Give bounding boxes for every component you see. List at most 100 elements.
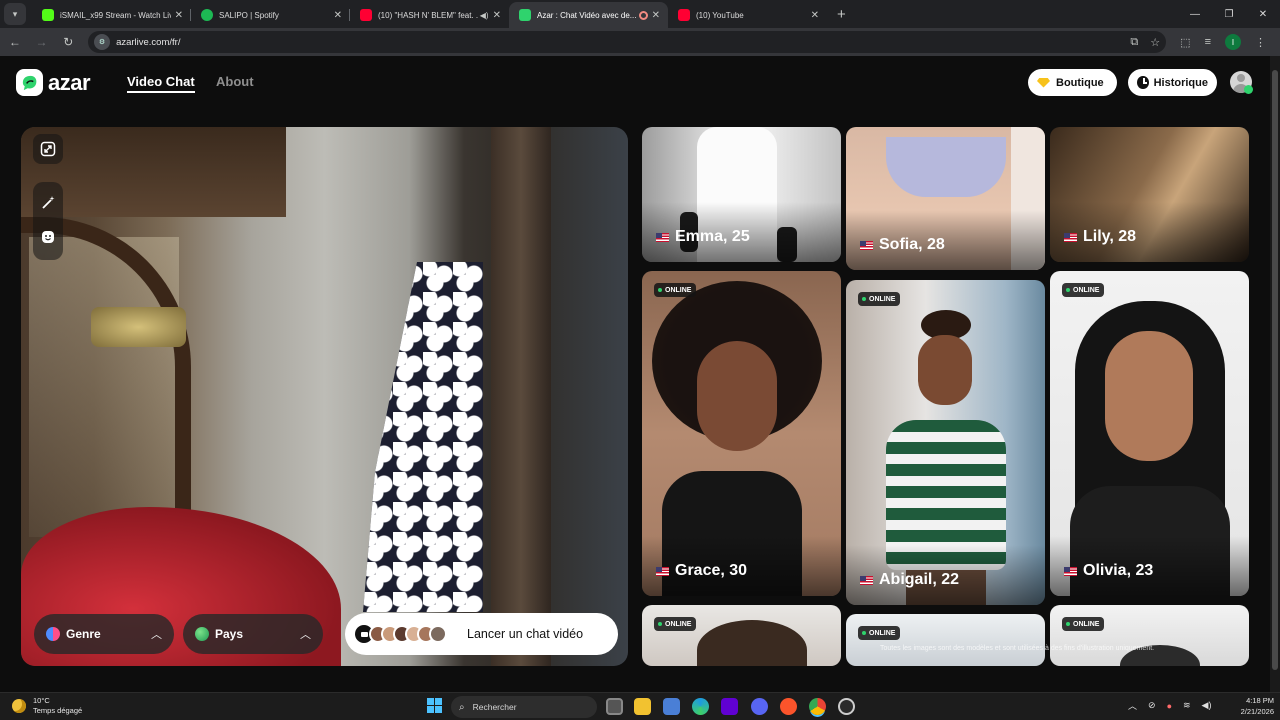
microsoft-store-icon[interactable] [663,698,680,715]
volume-icon[interactable]: ◀) [1202,700,1212,711]
browser-tab[interactable]: (10) "HASH N' BLEM" feat. ... ◀) ✕ [350,2,509,28]
youtube-favicon-icon [360,9,372,21]
browser-tab[interactable]: (10) YouTube ✕ [668,2,827,28]
forward-icon[interactable]: → [30,35,54,49]
us-flag-icon [656,566,669,576]
start-video-chat-label: Lancer un chat vidéo [467,627,584,641]
microphone-icon[interactable]: ● [1167,701,1172,711]
online-badge: ONLINE [858,626,901,640]
browser-tab[interactable]: SALIPO | Spotify ✕ [191,2,350,28]
face-mask-button[interactable] [33,222,63,252]
brave-icon[interactable] [780,698,797,715]
gem-icon [1037,77,1050,88]
new-tab-icon[interactable]: + [837,6,846,23]
browser-toolbar: ← → ↻ ⚙ azarlive.com/fr/ ⧉ ☆ ⬚ ≡ I ⋮ [0,28,1280,56]
close-tab-icon[interactable]: ✕ [811,10,819,21]
show-hidden-icons[interactable]: ︿ [1128,699,1137,712]
azar-logo[interactable]: azar [16,69,91,96]
profile-card[interactable]: Sofia, 28 [846,127,1045,270]
country-filter[interactable]: Pays ︿ [183,614,323,654]
profile-card[interactable]: ONLINE [1050,605,1249,666]
task-view-icon[interactable] [606,698,623,715]
browser-extensions: ⬚ ≡ I ⋮ [1180,34,1280,50]
weather-widget[interactable]: 10°C Temps dégagé [12,696,82,716]
profile-card[interactable]: ONLINE [642,605,841,666]
online-badge: ONLINE [654,617,697,631]
profile-card[interactable]: Emma, 25 [642,127,841,262]
profile-avatar-icon[interactable]: I [1224,34,1241,50]
speaker-icon[interactable]: ◀) [480,11,489,20]
address-bar[interactable]: ⚙ azarlive.com/fr/ ⧉ ☆ [88,31,1167,53]
browser-tab-strip: ▾ iSMAIL_x99 Stream - Watch Live ✕ SALIP… [0,0,1280,28]
history-label: Historique [1153,76,1208,89]
page-scrollbar[interactable] [1270,56,1280,692]
bookmark-star-icon[interactable]: ☆ [1150,36,1160,49]
profile-card[interactable]: ONLINE [846,614,1045,666]
browser-menu-icon[interactable]: ⋮ [1255,36,1266,49]
edge-icon[interactable] [692,698,709,715]
tab-title: (10) YouTube [696,10,744,20]
media-control-icon[interactable]: ≡ [1205,36,1211,48]
system-tray: ︿ ⊘ ● ≋ ◀) [1128,699,1222,712]
profile-card[interactable]: ONLINE Grace, 30 [642,271,841,596]
fullscreen-button[interactable] [33,134,63,164]
beauty-filter-button[interactable] [33,188,63,218]
tab-title: (10) "HASH N' BLEM" feat. ... [378,10,478,20]
app-icon[interactable] [838,698,855,715]
close-tab-icon[interactable]: ✕ [175,10,183,21]
close-tab-icon[interactable]: ✕ [652,10,660,21]
expand-icon [40,141,56,157]
site-info-icon[interactable]: ⚙ [94,34,111,50]
nav-about[interactable]: About [216,74,254,89]
azar-favicon-icon [519,9,531,21]
browser-tab-active[interactable]: Azar : Chat Vidéo avec de... ✕ [509,2,668,28]
profile-card[interactable]: ONLINE Olivia, 23 [1050,271,1249,596]
wifi-icon[interactable]: ≋ [1183,700,1191,711]
yahoo-icon[interactable] [721,698,738,715]
reload-icon[interactable]: ↻ [56,35,80,49]
search-label: Rechercher [472,702,517,712]
close-window-icon[interactable]: ✕ [1246,9,1280,20]
online-badge: ONLINE [1062,617,1105,631]
smiley-face-icon [42,231,54,243]
logo-text: azar [48,69,91,95]
chrome-icon[interactable] [809,698,826,715]
file-explorer-icon[interactable] [634,698,651,715]
image-disclaimer: Toutes les images sont des modèles et so… [880,645,1155,652]
user-faces-preview [369,625,447,643]
minimize-icon[interactable]: — [1178,9,1212,20]
tab-title: Azar : Chat Vidéo avec de... [537,10,637,20]
us-flag-icon [860,240,873,250]
back-icon[interactable]: ← [3,35,27,49]
chevron-up-icon: ︿ [151,629,162,641]
profile-card[interactable]: ONLINE Abigail, 22 [846,280,1045,605]
battery-saver-icon[interactable]: ⊘ [1148,700,1156,711]
tab-search-icon[interactable]: ▾ [4,3,26,25]
close-tab-icon[interactable]: ✕ [334,10,342,21]
online-badge: ONLINE [1062,283,1105,297]
restore-icon[interactable]: ❐ [1212,9,1246,20]
start-video-chat-button[interactable]: Lancer un chat vidéo [345,613,618,655]
online-status-icon [1244,85,1253,94]
nav-video-chat[interactable]: Video Chat [127,74,195,93]
browser-tab[interactable]: iSMAIL_x99 Stream - Watch Live ✕ [32,2,191,28]
tab-title: iSMAIL_x99 Stream - Watch Live [60,10,171,20]
online-badge: ONLINE [654,283,697,297]
shop-button[interactable]: Boutique [1028,69,1117,96]
cast-icon[interactable]: ⧉ [1130,36,1138,49]
taskbar-clock[interactable]: 4:18 PM 2/21/2026 [1228,695,1274,717]
history-button[interactable]: Historique [1128,69,1217,96]
gender-filter[interactable]: Genre ︿ [34,614,174,654]
globe-icon [195,627,209,641]
profile-card[interactable]: Lily, 28 [1050,127,1249,262]
profile-name: Grace, 30 [656,562,747,580]
windows-start-icon[interactable] [427,698,442,713]
profile-name: Olivia, 23 [1064,562,1153,580]
extensions-icon[interactable]: ⬚ [1180,36,1190,49]
discord-icon[interactable] [751,698,768,715]
url-text[interactable]: azarlive.com/fr/ [116,37,1118,48]
close-tab-icon[interactable]: ✕ [493,10,501,21]
profile-name: Sofia, 28 [860,236,945,254]
profile-name: Abigail, 22 [860,571,959,589]
taskbar-search[interactable]: ⌕ Rechercher [451,696,597,718]
